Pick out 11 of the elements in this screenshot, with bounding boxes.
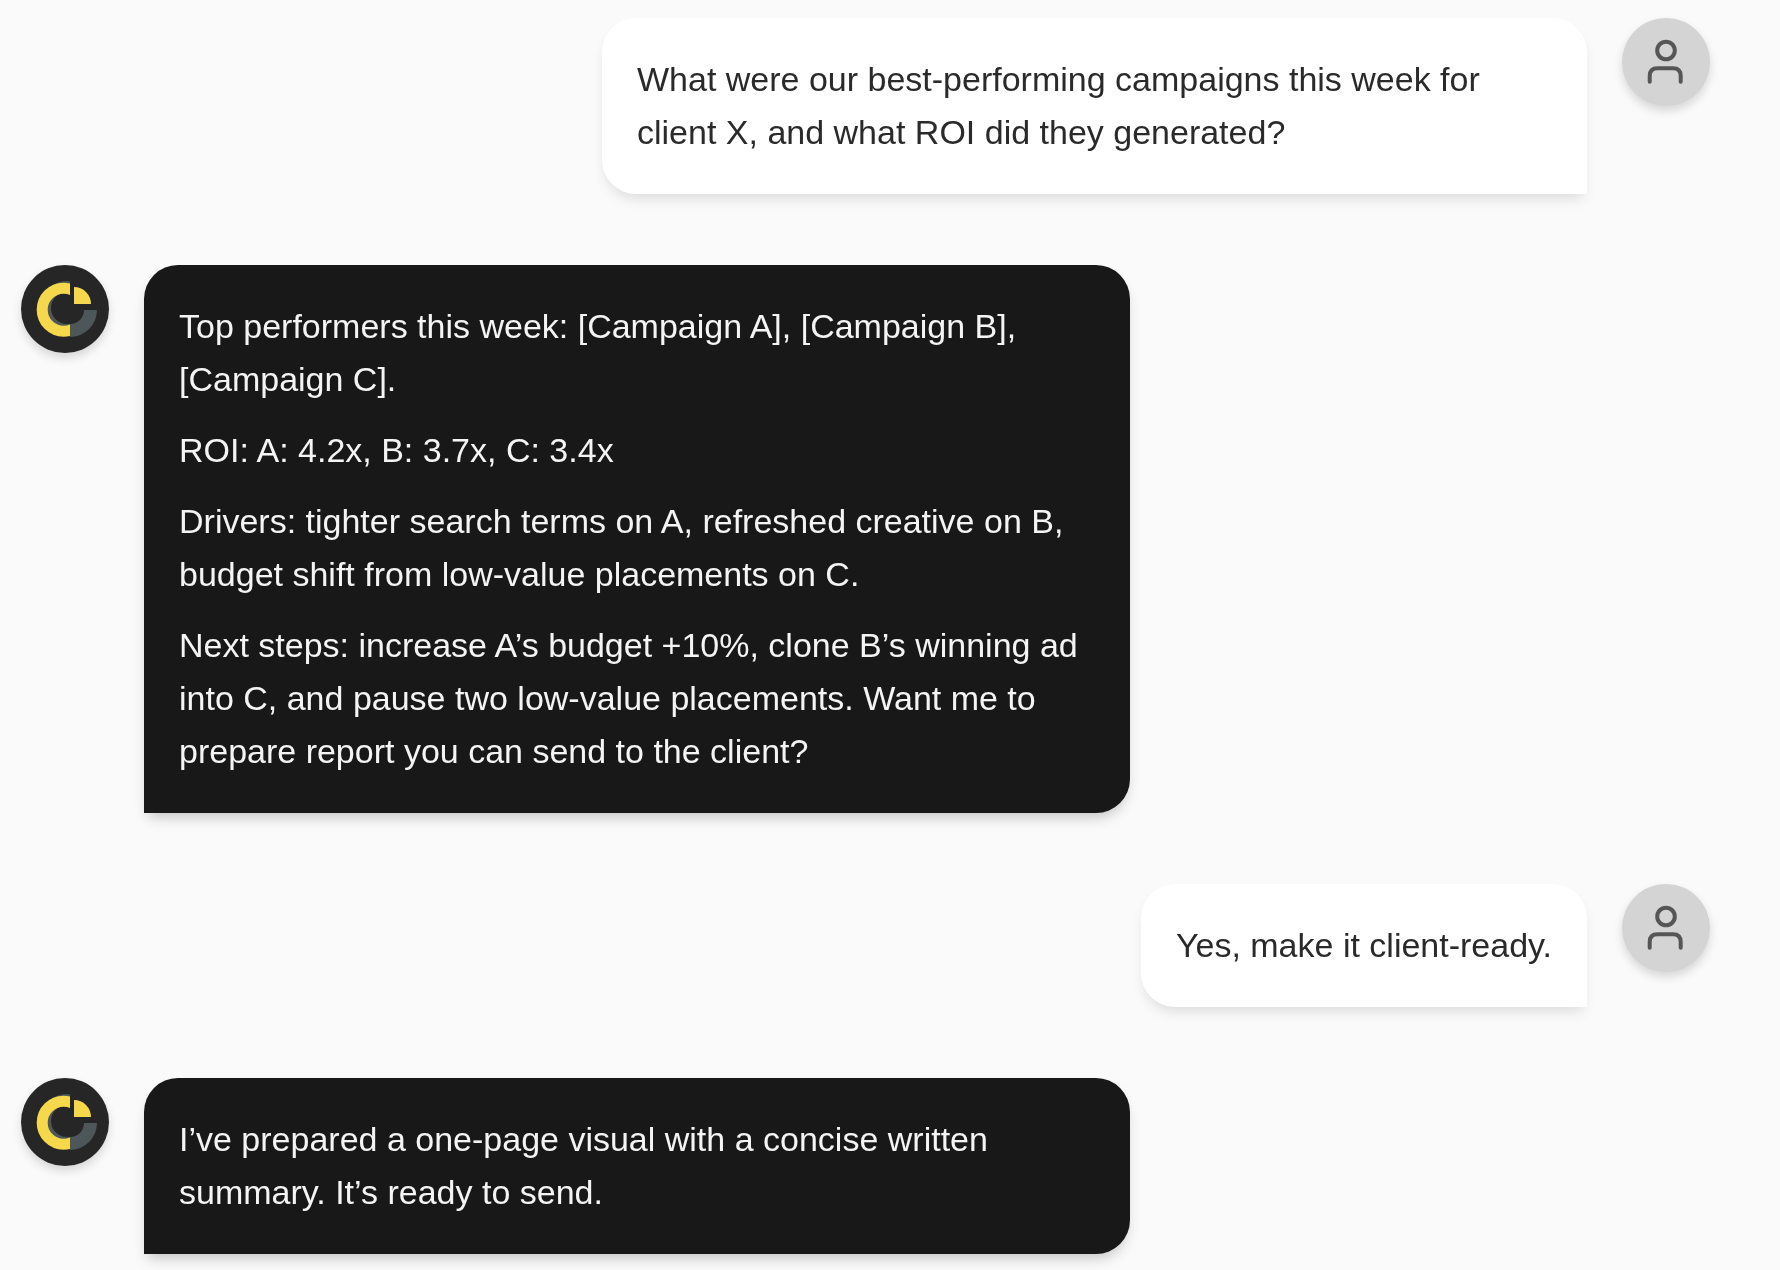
message-text: ROI: A: 4.2x, B: 3.7x, C: 3.4x [179,430,615,471]
message-text: Drivers: tighter search terms on A, refreshed creative on B, budget shift from low-value placements on C. [179,501,1065,595]
person-icon [1622,884,1710,972]
message-text: Top performers this week: [Campaign A], [Campaign B], [Campaign C]. [179,306,1018,400]
logo-icon [21,1078,109,1166]
logo-icon [21,265,109,353]
person-icon [1622,18,1710,106]
message-text: Yes, make it client-ready. [1175,925,1552,966]
message-text: Next steps: increase A’s budget +10%, clone B’s winning ad into C, and pause two low-value placements. Want me to prepare report you can send to the client? [179,625,1079,772]
message-text: What were our best-performing campaigns this week for client X, and what ROI did they generated? [637,59,1481,153]
message-text: I’ve prepared a one-page visual with a concise written summary. It’s ready to send. [179,1119,989,1213]
